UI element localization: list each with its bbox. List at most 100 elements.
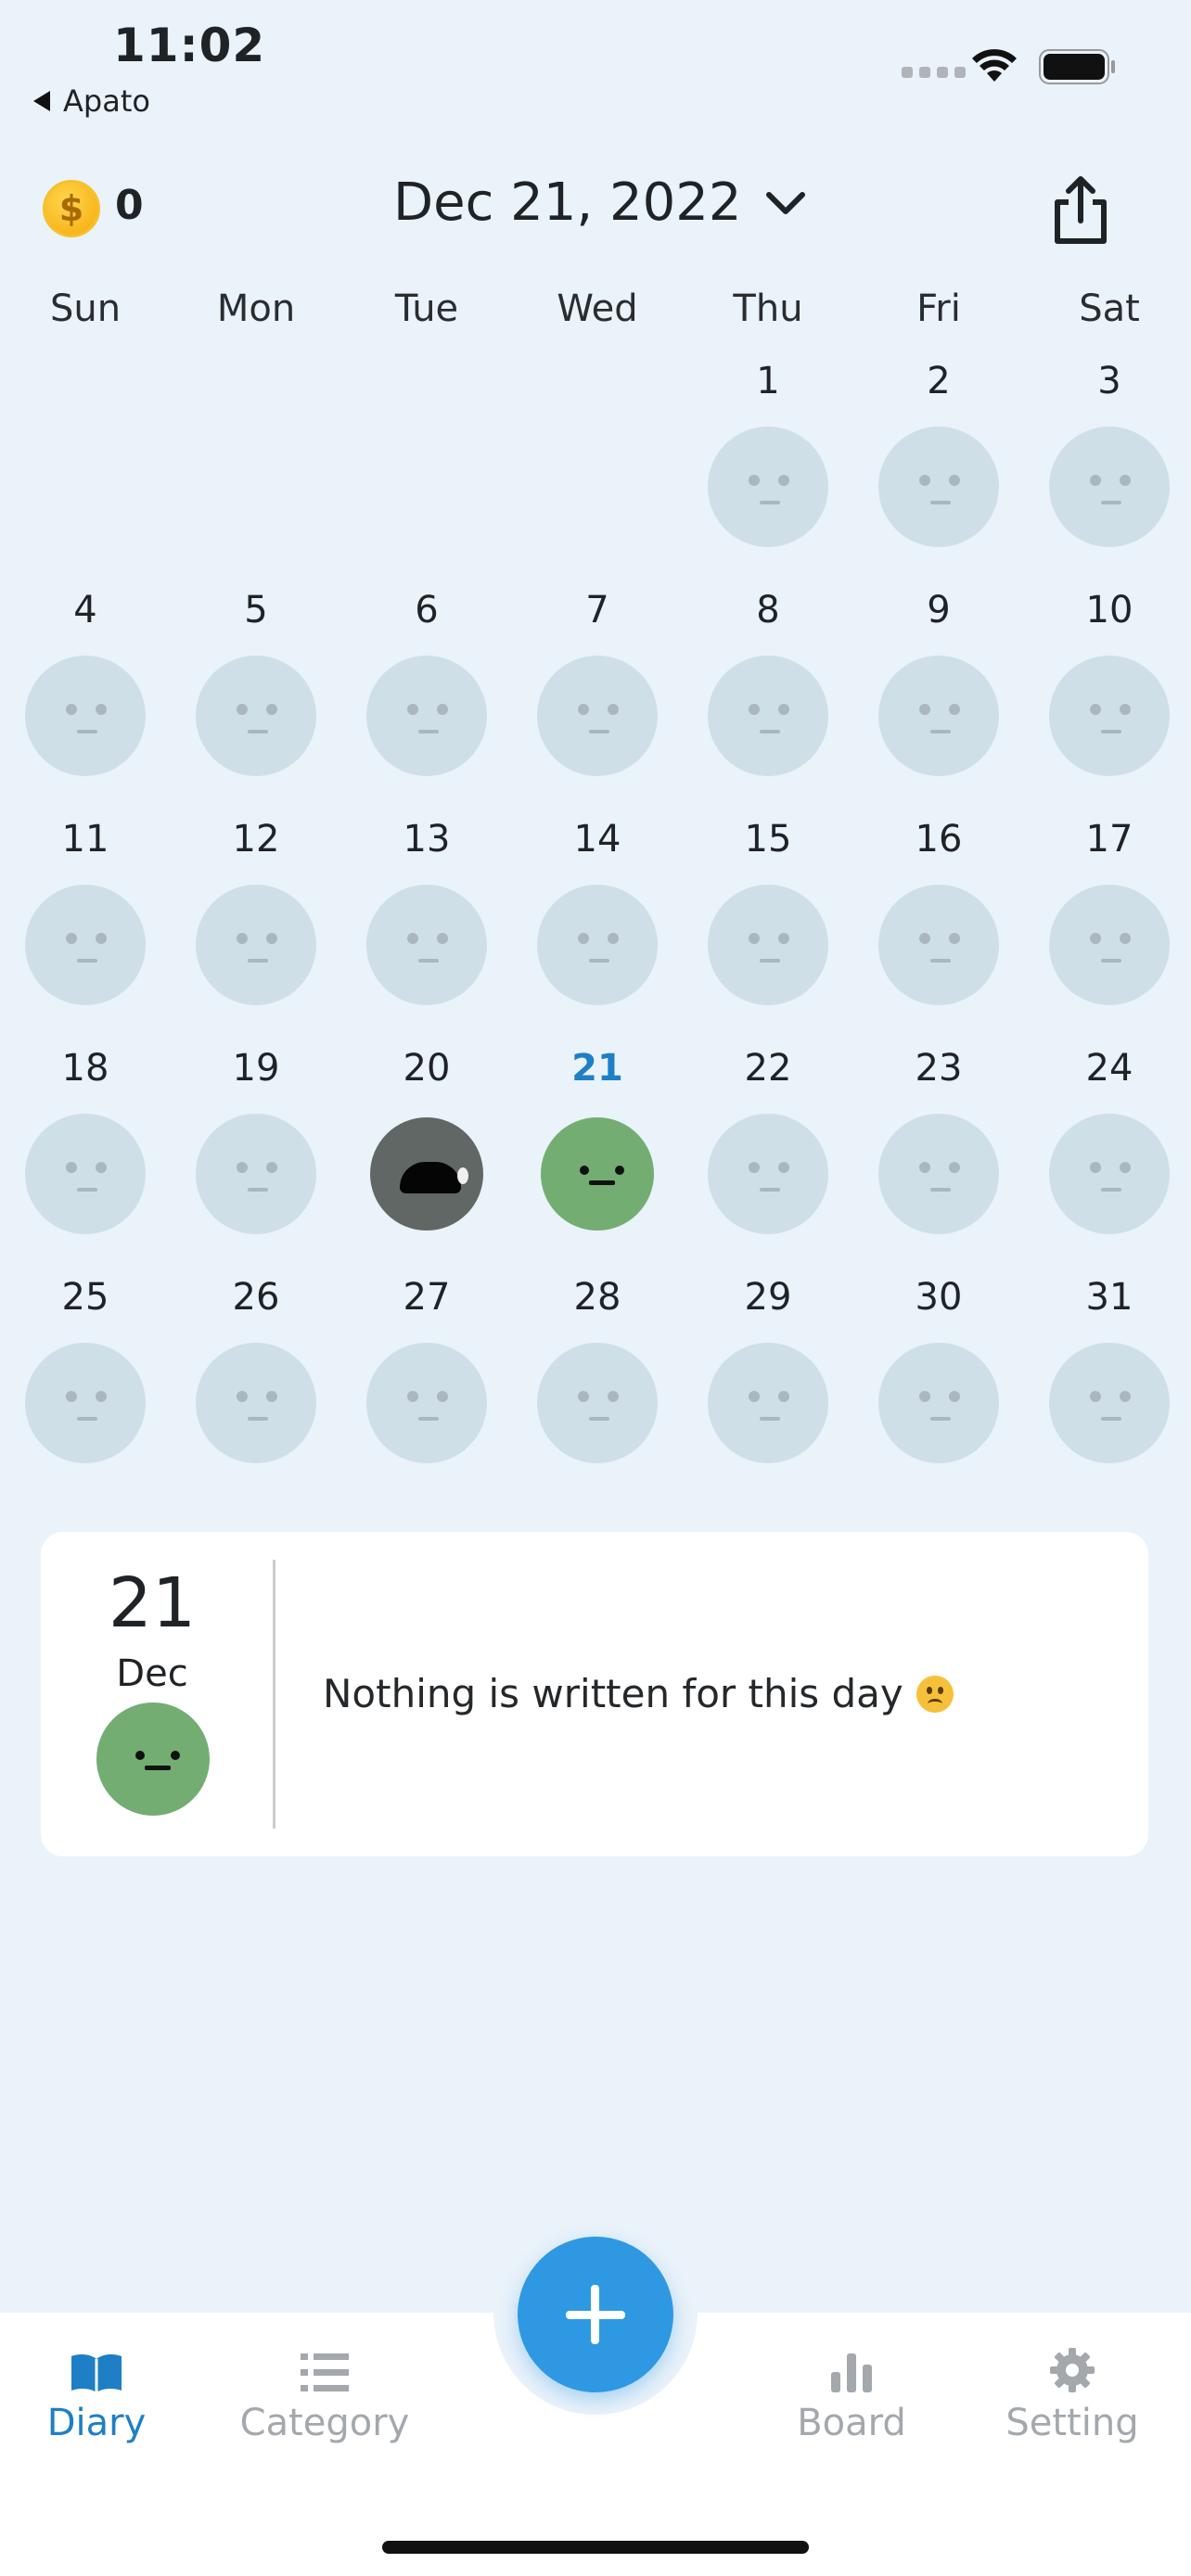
calendar-day-number: 18: [61, 1047, 109, 1090]
card-divider: [273, 1560, 275, 1829]
tab-setting[interactable]: Setting: [970, 2346, 1174, 2444]
calendar-day-number: 10: [1085, 589, 1133, 631]
selected-date-title: Dec 21, 2022: [393, 172, 742, 233]
calendar-day-number: 16: [915, 818, 963, 861]
calendar-day-number: 8: [756, 589, 780, 631]
calendar-day-number: 14: [573, 818, 621, 861]
home-indicator: [382, 2541, 809, 2554]
empty-mood-face-icon[interactable]: [366, 656, 487, 776]
tab-category-label: Category: [239, 2402, 410, 2444]
entry-day-number: 21: [108, 1563, 197, 1643]
tab-diary[interactable]: Diary: [0, 2346, 198, 2444]
empty-mood-face-icon[interactable]: [1049, 1343, 1170, 1463]
back-arrow-icon: [33, 91, 50, 111]
empty-mood-face-icon[interactable]: [25, 885, 146, 1005]
calendar-day-number: 21: [571, 1047, 623, 1090]
calendar-day-number: 23: [915, 1047, 963, 1090]
entry-mood-face-icon: [96, 1702, 210, 1816]
empty-mood-face-icon[interactable]: [708, 1343, 828, 1463]
calendar-day-number: 26: [232, 1276, 280, 1319]
empty-mood-face-icon[interactable]: [708, 427, 828, 547]
calendar-day-number: 20: [403, 1047, 451, 1090]
empty-mood-face-icon[interactable]: [878, 656, 999, 776]
coin-icon: $: [43, 180, 100, 237]
neutral-mood-face-icon[interactable]: [541, 1117, 654, 1231]
weekday-label: Sun: [49, 287, 122, 330]
status-bar: 11:02 Apato: [0, 0, 1191, 130]
calendar-day-number: 27: [403, 1276, 451, 1319]
empty-mood-face-icon[interactable]: [1049, 1114, 1170, 1234]
tab-category[interactable]: Category: [223, 2346, 427, 2444]
calendar-day-number: 28: [573, 1276, 621, 1319]
wifi-icon: [972, 49, 1017, 82]
empty-mood-face-icon[interactable]: [196, 885, 316, 1005]
weekday-label: Mon: [216, 287, 296, 330]
empty-entry-message: Nothing is written for this day: [323, 1671, 954, 1716]
calendar-day-number: 6: [415, 589, 439, 631]
calendar-day-number: 29: [744, 1276, 792, 1319]
book-icon: [71, 2354, 122, 2392]
month-picker[interactable]: Dec 21, 2022: [393, 172, 807, 233]
back-to-app-link[interactable]: Apato: [33, 83, 150, 119]
empty-mood-face-icon[interactable]: [708, 885, 828, 1005]
empty-mood-face-icon[interactable]: [1049, 885, 1170, 1005]
add-entry-button[interactable]: [518, 2237, 673, 2392]
gear-icon: [1050, 2348, 1095, 2392]
tab-board-label: Board: [797, 2402, 906, 2444]
calendar-day-number: 15: [744, 818, 792, 861]
battery-icon: [1039, 49, 1115, 84]
calendar-day-number: 31: [1085, 1276, 1133, 1319]
entry-month: Dec: [116, 1652, 188, 1695]
calendar-day-number: 13: [403, 818, 451, 861]
calendar-day-number: 30: [915, 1276, 963, 1319]
empty-mood-face-icon[interactable]: [1049, 656, 1170, 776]
weekday-label: Wed: [557, 287, 638, 330]
calendar-day-number: 2: [927, 360, 951, 402]
calendar-day-number: 24: [1085, 1047, 1133, 1090]
empty-mood-face-icon[interactable]: [25, 1343, 146, 1463]
empty-mood-face-icon[interactable]: [25, 1114, 146, 1234]
empty-mood-face-icon[interactable]: [1049, 427, 1170, 547]
crying-mood-face-icon[interactable]: [370, 1117, 483, 1231]
calendar-day-number: 7: [585, 589, 609, 631]
cellular-signal-icon: [902, 67, 966, 78]
calendar-day-number: 9: [927, 589, 951, 631]
empty-entry-text: Nothing is written for this day: [323, 1671, 903, 1716]
empty-mood-face-icon[interactable]: [708, 656, 828, 776]
empty-mood-face-icon[interactable]: [878, 1114, 999, 1234]
empty-mood-face-icon[interactable]: [878, 885, 999, 1005]
empty-mood-face-icon[interactable]: [25, 656, 146, 776]
tab-setting-label: Setting: [1005, 2402, 1139, 2444]
empty-mood-face-icon[interactable]: [708, 1114, 828, 1234]
weekday-label: Thu: [733, 287, 803, 330]
empty-mood-face-icon[interactable]: [537, 885, 658, 1005]
empty-mood-face-icon[interactable]: [366, 885, 487, 1005]
weekday-label: Fri: [916, 287, 961, 330]
empty-mood-face-icon[interactable]: [196, 656, 316, 776]
weekday-label: Tue: [394, 287, 459, 330]
list-icon: [301, 2353, 349, 2391]
tab-board[interactable]: Board: [749, 2346, 954, 2444]
slightly-frowning-face-icon: [916, 1675, 954, 1713]
chevron-down-icon: [765, 191, 805, 214]
weekday-label: Sat: [1079, 287, 1140, 330]
bar-chart-icon: [831, 2353, 872, 2392]
back-app-label: Apato: [63, 83, 150, 119]
empty-mood-face-icon[interactable]: [537, 656, 658, 776]
empty-mood-face-icon[interactable]: [196, 1343, 316, 1463]
empty-mood-face-icon[interactable]: [878, 1343, 999, 1463]
empty-mood-face-icon[interactable]: [537, 1343, 658, 1463]
calendar-day-number: 12: [232, 818, 280, 861]
empty-mood-face-icon[interactable]: [878, 427, 999, 547]
calendar-day-number: 1: [756, 360, 780, 402]
empty-mood-face-icon[interactable]: [196, 1114, 316, 1234]
empty-mood-face-icon[interactable]: [366, 1343, 487, 1463]
coin-count: 0: [115, 182, 144, 229]
calendar-day-number: 19: [232, 1047, 280, 1090]
status-time: 11:02: [113, 19, 266, 72]
calendar-day-number: 4: [73, 589, 97, 631]
calendar-day-number: 5: [244, 589, 268, 631]
calendar-day-number: 22: [744, 1047, 792, 1090]
diary-entry-card[interactable]: 21 Dec Nothing is written for this day: [41, 1532, 1148, 1856]
share-icon[interactable]: [1048, 174, 1113, 245]
